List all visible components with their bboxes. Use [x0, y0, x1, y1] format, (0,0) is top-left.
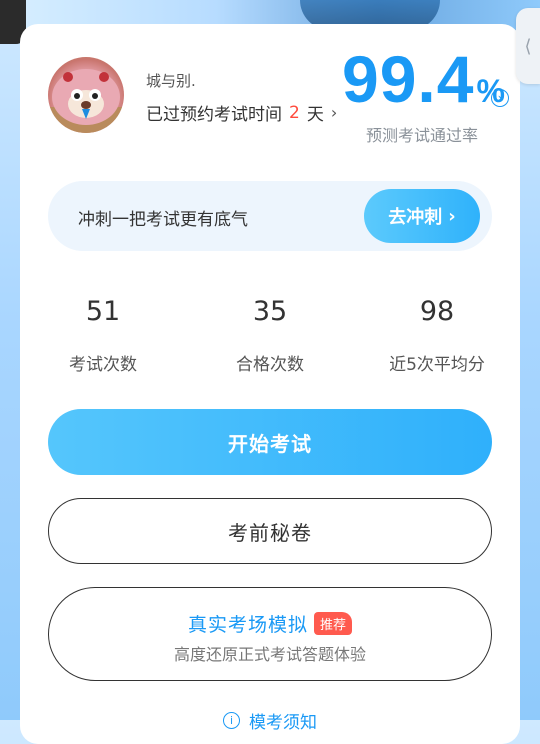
stat-avg-score: 98 近5次平均分 [357, 294, 517, 375]
chevron-right-icon: › [330, 103, 338, 122]
simulate-exam-button[interactable]: 真实考场模拟 推荐 高度还原正式考试答题体验 [48, 587, 492, 681]
info-icon: i [223, 712, 240, 729]
exam-appointment-link[interactable]: 已过预约考试时间 2 天 › [146, 100, 338, 126]
pass-rate-label: 预测考试通过率 [366, 126, 479, 145]
simulate-subtitle: 高度还原正式考试答题体验 [173, 645, 366, 664]
sprint-banner: 冲刺一把考试更有底气 去冲刺 › [48, 181, 492, 251]
exam-suffix-text: 天 [306, 105, 324, 125]
start-exam-button[interactable]: 开始考试 [48, 409, 492, 475]
stat-label: 考试次数 [69, 355, 137, 375]
stat-value: 35 [252, 296, 288, 327]
chevron-circle-right-icon[interactable]: › [491, 89, 509, 107]
avatar[interactable] [48, 57, 124, 133]
pass-rate-number: 99.4 [342, 42, 475, 116]
chevron-right-icon: › [448, 205, 456, 227]
stat-label: 合格次数 [236, 355, 304, 375]
chevron-left-icon: ⟨ [524, 35, 532, 57]
plush-avatar-icon [48, 69, 124, 133]
stat-value: 51 [85, 296, 121, 327]
notice-label: 模考须知 [249, 713, 317, 733]
sprint-button[interactable]: 去冲刺 › [364, 189, 480, 243]
side-collapse-tab[interactable]: ⟨ [516, 8, 540, 84]
sprint-button-label: 去冲刺 [388, 207, 443, 228]
user-name: 城与别. [146, 72, 196, 90]
pass-rate-value[interactable]: 99.4 % [342, 44, 505, 114]
exam-notice-link[interactable]: i 模考须知 [20, 708, 520, 733]
exam-card: 城与别. 已过预约考试时间 2 天 › 99.4 % › 预测考试通过率 冲刺一… [20, 24, 520, 744]
secret-paper-button[interactable]: 考前秘卷 [48, 498, 492, 564]
stat-value: 98 [419, 296, 455, 327]
stat-exam-count: 51 考试次数 [23, 294, 183, 375]
simulate-title-row: 真实考场模拟 推荐 [49, 610, 491, 637]
simulate-title: 真实考场模拟 [187, 614, 308, 636]
exam-days-count: 2 [289, 102, 300, 123]
sprint-text: 冲刺一把考试更有底气 [78, 210, 248, 230]
stat-pass-count: 35 合格次数 [190, 294, 350, 375]
recommend-badge: 推荐 [314, 612, 353, 635]
stat-label: 近5次平均分 [389, 355, 485, 375]
exam-prefix-text: 已过预约考试时间 [146, 105, 282, 125]
